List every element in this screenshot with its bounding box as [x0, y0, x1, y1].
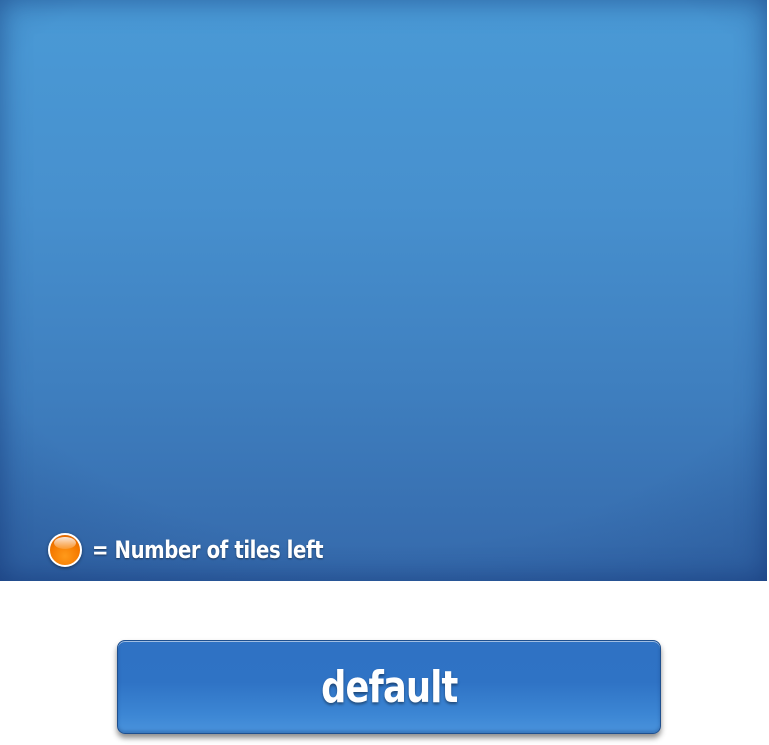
game-board: = Number of tiles left: [0, 0, 767, 581]
legend-text: = Number of tiles left: [92, 536, 324, 564]
default-button[interactable]: default: [117, 640, 661, 734]
game-screen: = Number of tiles left default: [0, 0, 769, 745]
orange-circle-icon: [48, 533, 82, 567]
default-button-label: default: [320, 661, 458, 713]
tiles-left-legend: = Number of tiles left: [48, 533, 374, 567]
